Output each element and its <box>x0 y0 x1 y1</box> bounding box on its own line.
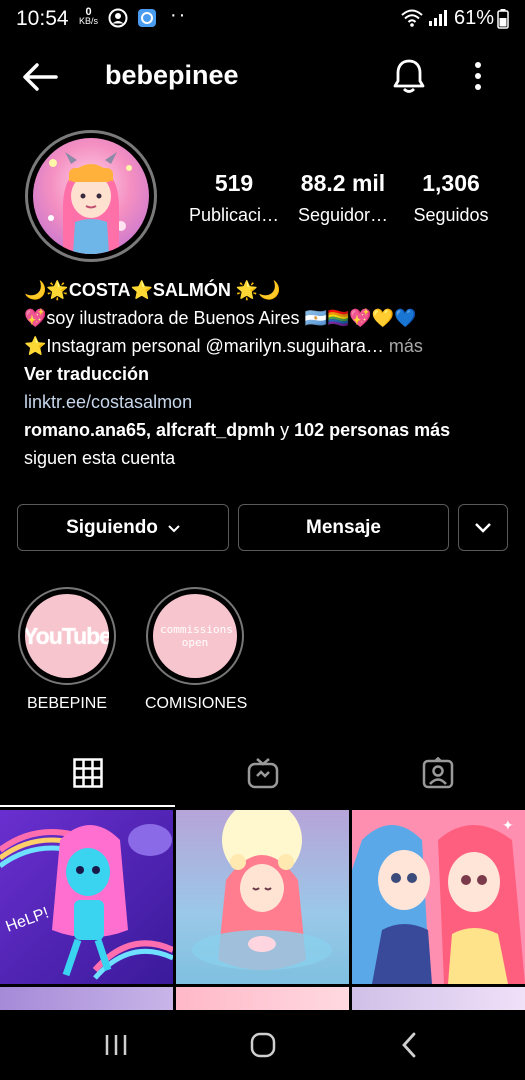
profile-username: bebepinee <box>105 60 239 90</box>
more-options-icon[interactable] <box>466 60 490 97</box>
following-count: 1,306 <box>422 170 480 196</box>
message-button[interactable]: Mensaje <box>238 504 449 551</box>
profile-bio: 🌙🌟COSTA⭐SALMÓN 🌟🌙 💖soy ilustradora de Bu… <box>24 276 504 472</box>
chevron-down-icon <box>474 517 492 539</box>
account-icon <box>108 8 128 34</box>
status-bar: 10:54 0 KB/s ·· 61% <box>0 0 525 40</box>
wifi-icon <box>400 8 424 34</box>
followers-label: Seguidor… <box>297 205 389 225</box>
stat-posts[interactable]: 519 Publicaci… <box>174 170 294 226</box>
posts-label: Publicaci… <box>188 205 280 225</box>
recent-apps-icon[interactable] <box>104 1034 128 1061</box>
svg-text:✦: ✦ <box>502 818 514 834</box>
battery-level: 61% <box>454 7 495 29</box>
tab-tagged[interactable] <box>350 742 525 808</box>
stat-followers[interactable]: 88.2 mil Seguidor… <box>283 170 403 226</box>
battery-icon <box>497 9 509 35</box>
profile-tabs <box>0 742 525 808</box>
highlight-label: BEBEPINE <box>26 695 108 712</box>
bio-line-1: 💖soy ilustradora de Buenos Aires 🇦🇷🏳️‍🌈💖… <box>24 308 417 328</box>
posts-count: 519 <box>214 170 254 196</box>
stat-following[interactable]: 1,306 Seguidos <box>391 170 511 226</box>
highlight-cover: YouTube <box>18 587 116 685</box>
post-thumbnail[interactable] <box>0 987 173 1010</box>
tab-posts-grid[interactable] <box>0 742 175 808</box>
igtv-icon <box>247 757 279 794</box>
following-button[interactable]: Siguiendo <box>17 504 229 551</box>
post-thumbnail[interactable] <box>352 987 525 1010</box>
home-icon[interactable] <box>250 1032 276 1063</box>
bell-icon[interactable] <box>392 58 426 99</box>
network-speed: 0 KB/s <box>79 6 99 26</box>
post-thumbnail[interactable]: HeLP! <box>0 810 173 984</box>
following-label: Seguidos <box>413 205 489 225</box>
bio-more-link[interactable]: más <box>384 336 423 356</box>
post-thumbnail[interactable] <box>176 987 349 1010</box>
chevron-down-icon <box>168 517 180 539</box>
display-name: 🌙🌟COSTA⭐SALMÓN 🌟🌙 <box>24 280 281 300</box>
system-back-icon[interactable] <box>400 1032 418 1063</box>
more-notifications-icon: ·· <box>170 4 188 26</box>
avatar-image <box>33 138 149 254</box>
followed-by-tail: siguen esta cuenta <box>24 448 176 468</box>
system-nav-bar <box>0 1010 525 1080</box>
profile-avatar[interactable] <box>25 130 157 262</box>
highlight-cover: commissions open <box>146 587 244 685</box>
suggestions-toggle-button[interactable] <box>458 504 508 551</box>
posts-grid: HeLP! ✦ <box>0 810 525 1010</box>
active-tab-indicator <box>0 805 175 807</box>
highlight-label: COMISIONES <box>145 695 248 712</box>
clock: 10:54 <box>16 7 69 30</box>
bio-line-2: ⭐Instagram personal @marilyn.suguihara… … <box>24 336 423 356</box>
post-thumbnail[interactable] <box>176 810 349 984</box>
highlight-comisiones[interactable]: commissions open COMISIONES <box>145 587 248 713</box>
app-notification-icon <box>137 8 157 34</box>
see-translation-link[interactable]: Ver traducción <box>24 360 504 388</box>
signal-icon <box>428 9 448 33</box>
highlight-bebepine[interactable]: YouTube BEBEPINE <box>17 587 117 713</box>
website-link[interactable]: linktr.ee/costasalmon <box>24 388 504 416</box>
post-thumbnail[interactable]: ✦ <box>352 810 525 984</box>
followed-by[interactable]: romano.ana65, alfcraft_dpmh y 102 person… <box>24 416 504 444</box>
tab-igtv[interactable] <box>175 742 350 808</box>
profile-header: bebepinee <box>0 40 525 116</box>
followers-count: 88.2 mil <box>300 170 386 196</box>
grid-icon <box>72 757 103 793</box>
back-arrow-icon[interactable] <box>22 62 58 97</box>
tagged-icon <box>422 756 454 794</box>
